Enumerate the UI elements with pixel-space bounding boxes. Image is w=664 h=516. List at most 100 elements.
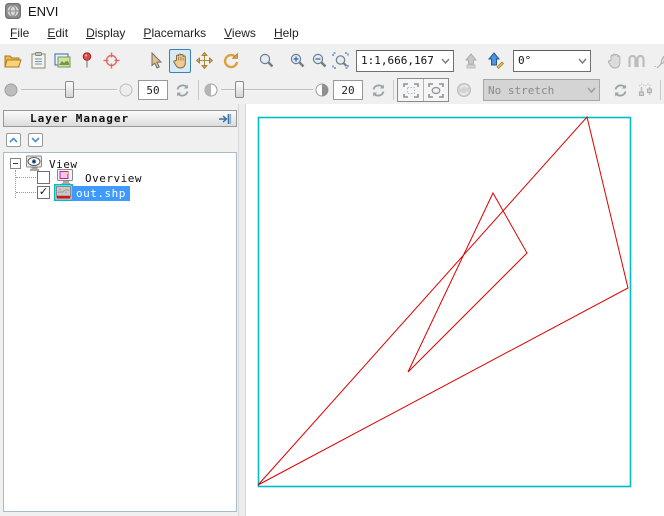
- data-manager-button[interactable]: [27, 49, 49, 73]
- vector-pan-button[interactable]: [603, 49, 625, 73]
- full-extent-brackets-icon: [403, 83, 419, 98]
- stretch-refresh-button[interactable]: [609, 78, 631, 102]
- zoom-select-button[interactable]: [330, 49, 352, 73]
- zoom-in-button[interactable]: [286, 49, 308, 73]
- rotation-value: 0°: [518, 54, 574, 67]
- refresh-icon: [175, 83, 190, 98]
- overview-layer-icon: [55, 168, 76, 185]
- title-bar: ENVI: [0, 0, 664, 22]
- select-button[interactable]: [145, 49, 167, 73]
- edit-vertices-button[interactable]: [625, 49, 647, 73]
- placemark-button[interactable]: [76, 49, 98, 73]
- zoom-previous-button[interactable]: [460, 49, 482, 73]
- view-monitor-eye-icon: [25, 155, 44, 171]
- rotation-combobox[interactable]: 0°: [513, 50, 591, 72]
- main-area: Layer Manager V: [0, 104, 664, 516]
- layer-manager-header[interactable]: Layer Manager: [3, 110, 237, 127]
- north-arrow-icon: [487, 52, 504, 69]
- image-view-canvas[interactable]: [246, 104, 664, 516]
- zoom-scale-combobox[interactable]: 1:1,666,167: [356, 50, 454, 72]
- menu-placemarks[interactable]: Placemarks: [134, 23, 215, 43]
- chevron-down-icon: [574, 58, 590, 64]
- menu-help[interactable]: Help: [265, 23, 308, 43]
- overview-layer-label[interactable]: Overview: [85, 172, 142, 185]
- outshp-layer-label[interactable]: out.shp: [72, 186, 130, 201]
- tree-connector: [16, 177, 36, 178]
- chip-view-button[interactable]: [51, 49, 73, 73]
- zoom-fit-icon: [258, 52, 275, 69]
- brightness-input[interactable]: 50: [138, 80, 168, 100]
- vector-canvas-svg: [246, 104, 664, 516]
- move-layer-up-button[interactable]: [6, 133, 21, 147]
- dock-panel-icon[interactable]: [218, 113, 232, 125]
- outshp-layer-icon: [54, 184, 73, 201]
- feather-pen-icon: [653, 53, 664, 69]
- chevron-down-icon: [437, 58, 453, 64]
- zoom-out-button[interactable]: [308, 49, 330, 73]
- overview-checkbox[interactable]: [37, 171, 50, 184]
- main-toolbar: 1:1,666,167 0°: [0, 44, 664, 76]
- envi-app-icon: [5, 3, 21, 19]
- pan-button[interactable]: [169, 49, 191, 73]
- select-arrow-icon: [150, 52, 163, 69]
- zoom-in-icon: [289, 52, 306, 69]
- north-up-button[interactable]: [484, 49, 506, 73]
- tree-connector: [16, 192, 36, 193]
- placemark-pin-icon: [82, 52, 92, 69]
- vector-polygon-1[interactable]: [258, 117, 628, 485]
- rotate-view-button[interactable]: [219, 49, 241, 73]
- move-layer-down-button[interactable]: [28, 133, 43, 147]
- stretch-view-extent-button[interactable]: [423, 79, 448, 101]
- custom-stretch-button[interactable]: [634, 78, 656, 102]
- contrast-max-icon: [313, 78, 331, 102]
- envi-window: { "window": { "title": "ENVI" }, "menu":…: [0, 0, 664, 516]
- refresh-icon: [613, 83, 628, 98]
- contrast-reset-button[interactable]: [367, 78, 389, 102]
- zoom-out-icon: [311, 52, 328, 69]
- stretch-combobox[interactable]: No stretch: [483, 79, 600, 101]
- outshp-checkbox[interactable]: ✓: [37, 186, 50, 199]
- rotate-icon: [222, 52, 239, 69]
- stretch-full-extent-button[interactable]: [398, 79, 423, 101]
- panel-splitter[interactable]: [238, 104, 246, 516]
- display-toolbar: 50 20: [0, 76, 664, 104]
- tree-connector: [15, 170, 16, 198]
- tree-expander-collapse[interactable]: [10, 158, 21, 169]
- stretch-value: No stretch: [488, 84, 583, 97]
- contrast-input[interactable]: 20: [333, 80, 363, 100]
- chevron-up-icon: [9, 137, 18, 143]
- open-folder-icon: [4, 53, 22, 69]
- zoom-select-icon: [332, 52, 350, 69]
- check-mark-icon: ✓: [39, 186, 48, 198]
- vector-polygon-2[interactable]: [408, 193, 527, 372]
- disabled-refresh-circle-icon: [456, 82, 472, 98]
- pan-hand-icon: [173, 53, 187, 69]
- menu-edit[interactable]: Edit: [38, 23, 77, 43]
- contrast-min-icon: [202, 78, 220, 102]
- chevron-down-icon: [583, 87, 599, 93]
- contrast-slider[interactable]: [221, 80, 313, 100]
- disabled-hand-icon: [607, 53, 622, 69]
- menu-views[interactable]: Views: [215, 23, 265, 43]
- go-to-button[interactable]: [100, 49, 122, 73]
- zoom-scale-value: 1:1,666,167: [361, 54, 437, 67]
- stretch-reset-button[interactable]: [453, 78, 475, 102]
- contrast-slider-thumb[interactable]: [235, 81, 244, 98]
- vector-create-button[interactable]: [650, 49, 664, 73]
- chevron-down-icon: [31, 137, 40, 143]
- layer-manager-panel: Layer Manager V: [0, 104, 238, 516]
- stretch-extent-group: [397, 78, 449, 102]
- zoom-fit-button[interactable]: [255, 49, 277, 73]
- fly-button[interactable]: [193, 49, 215, 73]
- brightness-slider-thumb[interactable]: [65, 81, 74, 98]
- menu-display[interactable]: Display: [77, 23, 134, 43]
- sliders-icon: [637, 83, 654, 98]
- crosshair-icon: [103, 52, 120, 69]
- open-file-button[interactable]: [2, 49, 24, 73]
- brightness-min-icon: [2, 78, 20, 102]
- brightness-slider[interactable]: [21, 80, 117, 100]
- brightness-reset-button[interactable]: [171, 78, 193, 102]
- menu-file[interactable]: File: [1, 23, 38, 43]
- view-extent-brackets-icon: [428, 83, 444, 98]
- chip-image-icon: [54, 53, 71, 69]
